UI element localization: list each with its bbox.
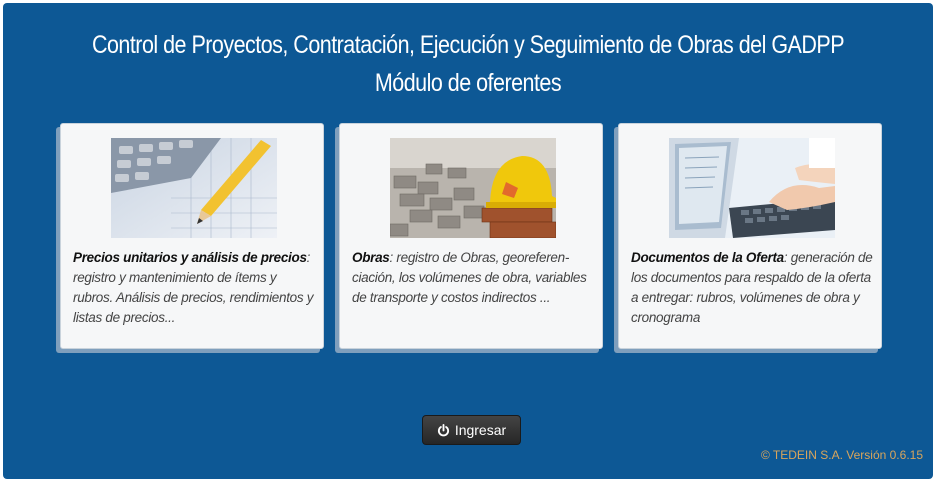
card-documentos: Documentos de la Oferta: generación de l… xyxy=(614,123,882,353)
card-precios: Precios unitarios y análisis de precios:… xyxy=(56,123,324,353)
ingresar-button[interactable]: Ingresar xyxy=(422,415,521,445)
page-subtitle: Módulo de oferentes xyxy=(374,69,562,97)
hardhat-bricks-image xyxy=(390,138,556,238)
card-description: Obras: registro de Obras, georeferen-cia… xyxy=(352,248,594,308)
card-heading: Documentos de la Oferta xyxy=(631,250,784,265)
page-title: Control de Proyectos, Contratación, Ejec… xyxy=(91,31,845,59)
card-heading: Obras xyxy=(352,250,390,265)
footer-version: © TEDEIN S.A. Versión 0.6.15 xyxy=(760,448,923,462)
card-description: Documentos de la Oferta: generación de l… xyxy=(631,248,873,328)
power-icon xyxy=(437,423,449,436)
card-body: Precios unitarios y análisis de precios:… xyxy=(60,123,324,349)
card-body: Obras: registro de Obras, georeferen-cia… xyxy=(339,123,603,349)
keyboard-typing-image xyxy=(669,138,835,238)
ingresar-button-label: Ingresar xyxy=(454,422,507,438)
calculator-pencil-image xyxy=(111,138,277,238)
card-body: Documentos de la Oferta: generación de l… xyxy=(618,123,882,349)
main-panel: Control de Proyectos, Contratación, Ejec… xyxy=(3,3,933,479)
card-obras: Obras: registro de Obras, georeferen-cia… xyxy=(335,123,603,353)
card-heading: Precios unitarios y análisis de precios xyxy=(73,250,307,265)
card-description: Precios unitarios y análisis de precios:… xyxy=(73,248,315,328)
